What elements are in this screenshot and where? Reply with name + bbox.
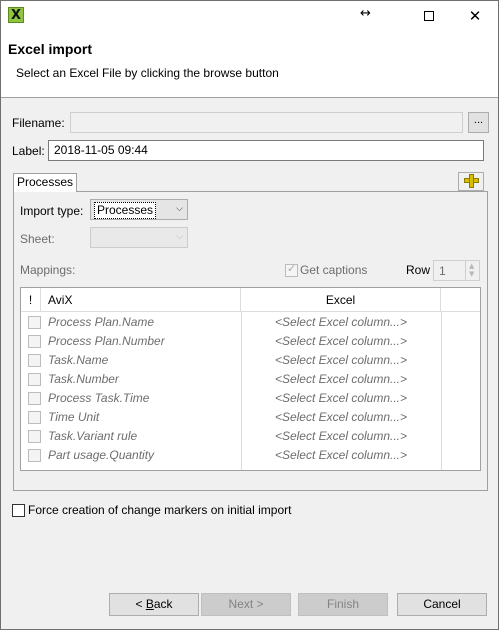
table-row[interactable]: Task.Variant rule <Select Excel column..…	[21, 427, 480, 446]
import-type-select[interactable]: Processes ⌵	[90, 199, 188, 220]
get-captions-label: Get captions	[300, 263, 368, 277]
row-checkbox[interactable]	[28, 392, 41, 405]
close-button[interactable]: ✕	[452, 1, 498, 31]
import-type-value: Processes	[94, 202, 157, 219]
avix-field: Task.Number	[48, 372, 119, 386]
row-stepper[interactable]: 1 ▲ ▼	[433, 260, 480, 281]
back-button-label: < Back	[135, 597, 173, 611]
chevron-down-icon: ⌵	[176, 204, 183, 214]
chevron-down-icon: ⌵	[176, 232, 183, 242]
table-row[interactable]: Part usage.Quantity <Select Excel column…	[21, 446, 480, 465]
chevron-up-icon: ▲	[469, 262, 475, 270]
row-checkbox[interactable]	[28, 373, 41, 386]
avix-app-icon: X	[8, 7, 24, 23]
cancel-button[interactable]: Cancel	[397, 593, 487, 616]
get-captions-checkbox[interactable]: ✓	[285, 262, 298, 277]
excel-column-select[interactable]: <Select Excel column...>	[241, 408, 441, 427]
avix-field: Part usage.Quantity	[48, 448, 155, 462]
label-field[interactable]: 2018-11-05 09:44	[48, 140, 484, 161]
resize-icon: ↔	[360, 6, 371, 21]
avix-field: Process Plan.Name	[48, 315, 155, 329]
row-value: 1	[439, 264, 446, 278]
avix-field: Task.Variant rule	[48, 429, 138, 443]
maximize-button[interactable]	[406, 1, 452, 31]
import-type-label: Import type:	[20, 204, 84, 218]
table-row[interactable]: Process Plan.Number <Select Excel column…	[21, 332, 480, 351]
page-description: Select an Excel File by clicking the bro…	[16, 66, 279, 80]
filename-field[interactable]	[70, 112, 463, 133]
check-icon: ✓	[287, 262, 297, 275]
mappings-table[interactable]: ! AviX Excel Process Plan.Name <Select E…	[20, 287, 481, 471]
header-banner: Excel import Select an Excel File by cli…	[1, 31, 498, 98]
filename-label: Filename:	[12, 116, 65, 130]
browse-button[interactable]: ...	[468, 112, 489, 133]
next-button[interactable]: Next >	[201, 593, 291, 616]
sheet-select[interactable]: ⌵	[90, 227, 188, 248]
avix-field: Process Plan.Number	[48, 334, 165, 348]
page-title: Excel import	[8, 41, 93, 57]
table-row[interactable]: Time Unit <Select Excel column...>	[21, 408, 480, 427]
row-checkbox[interactable]	[28, 354, 41, 367]
excel-column-select[interactable]: <Select Excel column...>	[241, 389, 441, 408]
table-row[interactable]: Process Plan.Name <Select Excel column..…	[21, 313, 480, 332]
row-label: Row	[406, 263, 431, 277]
table-row[interactable]: Process Task.Time <Select Excel column..…	[21, 389, 480, 408]
sheet-label: Sheet:	[20, 232, 55, 246]
excel-column-select[interactable]: <Select Excel column...>	[241, 446, 441, 465]
title-bar: X ↔ ✕	[1, 1, 498, 31]
maximize-icon	[424, 11, 434, 21]
column-header-avix[interactable]: AviX	[41, 288, 241, 312]
finish-button[interactable]: Finish	[298, 593, 388, 616]
force-markers-label: Force creation of change markers on init…	[28, 503, 292, 517]
excel-import-dialog: X ↔ ✕ Excel import Select an Excel File …	[0, 0, 499, 630]
excel-column-select[interactable]: <Select Excel column...>	[241, 332, 441, 351]
excel-column-select[interactable]: <Select Excel column...>	[241, 351, 441, 370]
plus-icon	[459, 172, 483, 191]
row-checkbox[interactable]	[28, 316, 41, 329]
column-header-flag[interactable]: !	[21, 288, 41, 312]
close-icon: ✕	[468, 7, 482, 25]
table-header: ! AviX Excel	[21, 288, 480, 312]
table-row[interactable]: Task.Name <Select Excel column...>	[21, 351, 480, 370]
label-label: Label:	[12, 144, 45, 158]
column-header-excel[interactable]: Excel	[241, 288, 441, 312]
excel-column-select[interactable]: <Select Excel column...>	[241, 313, 441, 332]
row-checkbox[interactable]	[28, 411, 41, 424]
table-row[interactable]: Task.Number <Select Excel column...>	[21, 370, 480, 389]
row-checkbox[interactable]	[28, 449, 41, 462]
excel-column-select[interactable]: <Select Excel column...>	[241, 427, 441, 446]
avix-field: Task.Name	[48, 353, 109, 367]
avix-field: Process Task.Time	[48, 391, 150, 405]
chevron-down-icon: ▼	[469, 270, 475, 278]
tab-processes[interactable]: Processes	[13, 173, 78, 192]
row-checkbox[interactable]	[28, 430, 41, 443]
back-button[interactable]: < Back	[109, 593, 199, 616]
stepper-buttons[interactable]: ▲ ▼	[465, 261, 479, 280]
row-checkbox[interactable]	[28, 335, 41, 348]
avix-field: Time Unit	[48, 410, 100, 424]
add-button[interactable]	[458, 172, 484, 191]
mappings-label: Mappings:	[20, 263, 76, 277]
excel-column-select[interactable]: <Select Excel column...>	[241, 370, 441, 389]
force-markers-checkbox[interactable]	[12, 504, 25, 517]
